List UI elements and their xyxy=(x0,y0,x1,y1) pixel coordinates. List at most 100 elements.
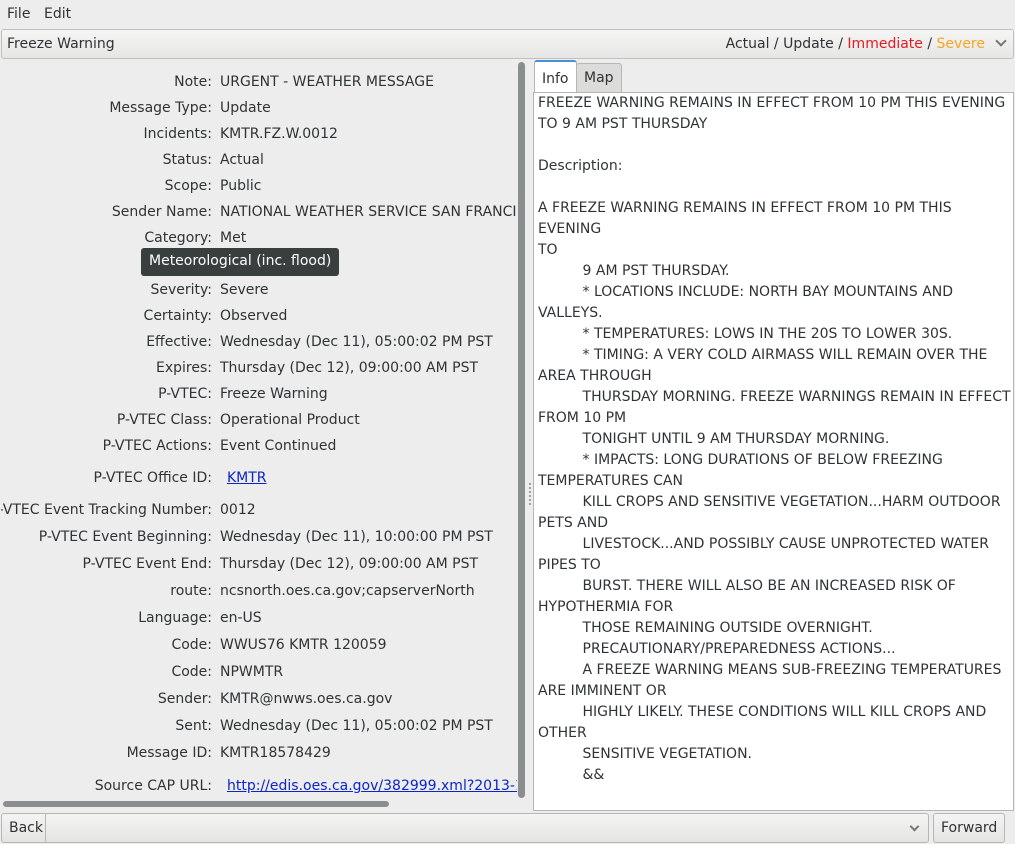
detail-value: NATIONAL WEATHER SERVICE SAN FRANCIS xyxy=(220,204,517,220)
detail-row: Message ID: KMTR18578429 xyxy=(1,745,517,767)
detail-row: P-VTEC Event End: Thursday (Dec 12), 09:0… xyxy=(1,556,517,578)
history-combo[interactable] xyxy=(45,813,929,843)
detail-label: P-VTEC Event Tracking Number: xyxy=(1,502,212,518)
detail-value: Freeze Warning xyxy=(220,386,328,402)
detail-value: Met xyxy=(220,230,247,246)
detail-value: Wednesday (Dec 11), 05:00:02 PM PST xyxy=(220,718,493,734)
detail-value: URGENT - WEATHER MESSAGE xyxy=(220,74,434,90)
source-cap-url-link[interactable]: http://edis.oes.ca.gov/382999.xml?2013-1… xyxy=(227,778,517,794)
detail-value: Thursday (Dec 12), 09:00:00 AM PST xyxy=(220,360,479,376)
detail-label: Code: xyxy=(171,637,212,653)
navigation-bar: Back Forward xyxy=(0,812,1015,844)
detail-row: P-VTEC: Freeze Warning xyxy=(1,386,517,408)
detail-label: P-VTEC: xyxy=(158,386,212,402)
detail-label: Message Type: xyxy=(109,100,212,116)
detail-row: P-VTEC Actions: Event Continued xyxy=(1,438,517,460)
detail-value: Actual xyxy=(220,152,264,168)
detail-row: Sender Name: NATIONAL WEATHER SERVICE SAN… xyxy=(1,204,517,226)
pane-splitter[interactable] xyxy=(528,60,532,811)
chevron-down-icon[interactable] xyxy=(909,821,920,832)
detail-value: Thursday (Dec 12), 09:00:00 AM PST xyxy=(220,556,479,572)
detail-label: P-VTEC Actions: xyxy=(102,438,212,454)
detail-row: P-VTEC Event Beginning: Wednesday (Dec 11… xyxy=(1,529,517,551)
detail-label: Note: xyxy=(174,74,212,90)
detail-label: Sender: xyxy=(157,691,212,707)
detail-value: Operational Product xyxy=(220,412,360,428)
tab-info[interactable]: Info xyxy=(534,60,577,93)
details-horizontal-scrollbar[interactable] xyxy=(3,800,515,809)
detail-label: P-VTEC Class: xyxy=(116,412,212,428)
detail-row: Severity: Severe xyxy=(1,282,517,304)
detail-value: ncsnorth.oes.ca.gov;capserverNorth xyxy=(220,583,475,599)
detail-row: Scope: Public xyxy=(1,178,517,200)
detail-label: route: xyxy=(170,583,212,599)
back-button[interactable]: Back xyxy=(1,813,51,843)
detail-row: Message Type: Update xyxy=(1,100,517,122)
detail-row: Sent: Wednesday (Dec 11), 05:00:02 PM PST xyxy=(1,718,517,740)
severity-value: Severe xyxy=(936,36,985,52)
detail-label: Expires: xyxy=(156,360,212,376)
separator: / xyxy=(769,36,784,52)
detail-value: NPWMTR xyxy=(220,664,284,680)
menu-bar: File Edit xyxy=(0,0,1015,28)
alert-description-text: FREEZE WARNING REMAINS IN EFFECT FROM 10… xyxy=(538,95,1011,810)
detail-label: Certainty: xyxy=(143,308,212,324)
detail-row: Language: en-US xyxy=(1,610,517,632)
detail-label: Severity: xyxy=(150,282,212,298)
detail-row: Sender: KMTR@nwws.oes.ca.gov xyxy=(1,691,517,713)
detail-value: 0012 xyxy=(220,502,256,518)
detail-row: P-VTEC Office ID: KMTR xyxy=(1,470,517,492)
info-text-view[interactable]: FREEZE WARNING REMAINS IN EFFECT FROM 10… xyxy=(533,92,1014,811)
message-type-value: Update xyxy=(783,36,834,52)
tab-map[interactable]: Map xyxy=(576,63,622,93)
detail-value: WWUS76 KMTR 120059 xyxy=(220,637,387,653)
office-id-link[interactable]: KMTR xyxy=(227,470,267,486)
separator: / xyxy=(922,36,937,52)
scrollbar-thumb[interactable] xyxy=(518,62,525,798)
detail-row: Code: WWUS76 KMTR 120059 xyxy=(1,637,517,659)
detail-value: Update xyxy=(220,100,271,116)
splitter-grip-icon[interactable] xyxy=(529,483,531,505)
detail-label: Scope: xyxy=(164,178,212,194)
detail-label: P-VTEC Event Beginning: xyxy=(38,529,212,545)
detail-label: Category: xyxy=(144,230,212,246)
detail-row: Source CAP URL: http://edis.oes.ca.gov/38… xyxy=(1,778,517,800)
detail-label: Code: xyxy=(171,664,212,680)
detail-label: Source CAP URL: xyxy=(94,778,212,794)
detail-label: Message ID: xyxy=(126,745,212,761)
details-vertical-scrollbar[interactable] xyxy=(517,62,527,798)
chevron-down-icon[interactable] xyxy=(995,35,1007,47)
detail-row: Status: Actual xyxy=(1,152,517,174)
detail-value: Public xyxy=(220,178,262,194)
detail-label: P-VTEC Office ID: xyxy=(93,470,212,486)
detail-row: Certainty: Observed xyxy=(1,308,517,330)
detail-value: en-US xyxy=(220,610,262,626)
alert-header[interactable]: Freeze Warning Actual / Update / Immedia… xyxy=(1,29,1014,59)
detail-value: KMTR@nwws.oes.ca.gov xyxy=(220,691,393,707)
detail-row: Expires: Thursday (Dec 12), 09:00:00 AM P… xyxy=(1,360,517,382)
detail-label: Sender Name: xyxy=(111,204,212,220)
menu-edit[interactable]: Edit xyxy=(44,6,71,22)
event-title: Freeze Warning xyxy=(7,36,115,52)
detail-value: KMTR18578429 xyxy=(220,745,331,761)
detail-value: KMTR.FZ.W.0012 xyxy=(220,126,338,142)
detail-value: Observed xyxy=(220,308,288,324)
separator: / xyxy=(833,36,848,52)
detail-row: P-VTEC Event Tracking Number: 0012 xyxy=(1,502,517,524)
category-tooltip: Meteorological (inc. flood) xyxy=(141,248,340,276)
menu-file[interactable]: File xyxy=(7,6,30,22)
detail-label: Language: xyxy=(138,610,212,626)
scrollbar-thumb[interactable] xyxy=(3,801,389,807)
detail-row: Effective: Wednesday (Dec 11), 05:00:02 P… xyxy=(1,334,517,356)
detail-value: Wednesday (Dec 11), 10:00:00 PM PST xyxy=(220,529,493,545)
detail-row: route: ncsnorth.oes.ca.gov;capserverNorth xyxy=(1,583,517,605)
detail-value: Severe xyxy=(220,282,269,298)
urgency-value: Immediate xyxy=(847,36,923,52)
detail-row: Note: URGENT - WEATHER MESSAGE xyxy=(1,74,517,96)
status-value: Actual xyxy=(725,36,770,52)
alert-status-line: Actual / Update / Immediate / Severe xyxy=(726,36,985,52)
detail-row: P-VTEC Class: Operational Product xyxy=(1,412,517,434)
detail-label: P-VTEC Event End: xyxy=(82,556,212,572)
forward-button[interactable]: Forward xyxy=(933,813,1006,843)
detail-label: Effective: xyxy=(146,334,212,350)
